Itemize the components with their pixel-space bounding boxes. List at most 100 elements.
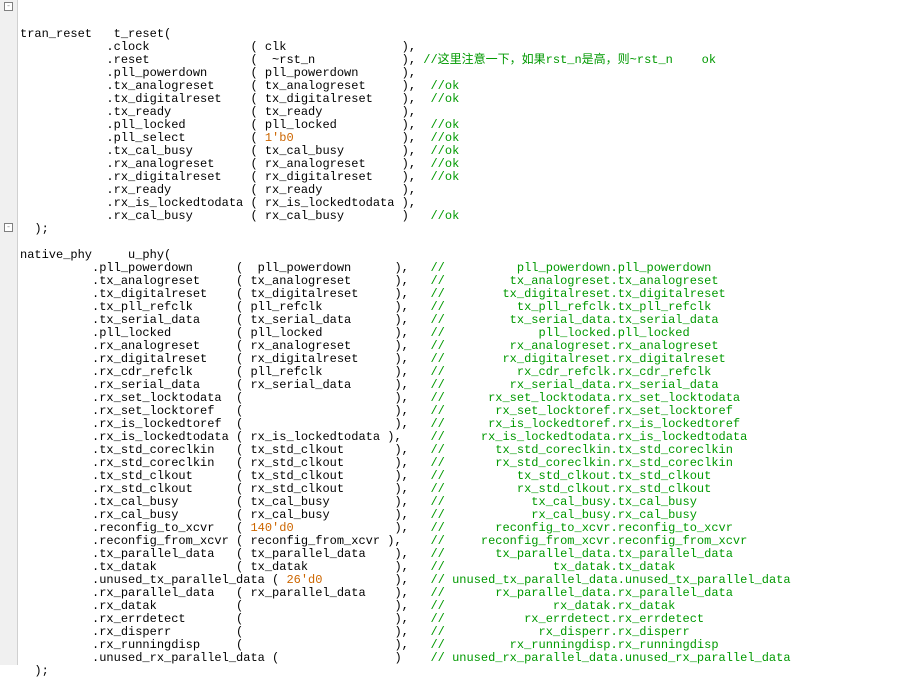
- comment-text: // reconfig_to_xcvr.reconfig_to_xcvr: [430, 521, 732, 535]
- comment-text: // rx_serial_data.rx_serial_data: [430, 378, 718, 392]
- code-text: .pll_locked ( pll_locked ),: [20, 118, 430, 132]
- code-text: .rx_analogreset ( rx_analogreset ),: [20, 339, 430, 353]
- code-text: .tx_parallel_data ( tx_parallel_data ),: [20, 547, 430, 561]
- comment-text: // rx_errdetect.rx_errdetect: [430, 612, 704, 626]
- code-text: ),: [322, 573, 430, 587]
- code-text: .unused_rx_parallel_data ( ): [20, 651, 430, 665]
- code-text: .tx_analogreset ( tx_analogreset ),: [20, 274, 430, 288]
- comment-text: // tx_std_coreclkin.tx_std_coreclkin: [430, 443, 732, 457]
- comment-text: //ok: [430, 131, 459, 145]
- code-text: .rx_digitalreset ( rx_digitalreset ),: [20, 170, 430, 184]
- comment-text: //ok: [430, 157, 459, 171]
- code-text: .tx_std_clkout ( tx_std_clkout ),: [20, 469, 430, 483]
- code-text: .rx_disperr ( ),: [20, 625, 430, 639]
- code-text: .rx_parallel_data ( rx_parallel_data ),: [20, 586, 430, 600]
- numeric-literal: 140'd0: [250, 521, 293, 535]
- comment-text: // rx_cal_busy.rx_cal_busy: [430, 508, 696, 522]
- comment-text: // tx_parallel_data.tx_parallel_data: [430, 547, 732, 561]
- code-text: ),: [294, 521, 431, 535]
- numeric-literal: 26'd0: [286, 573, 322, 587]
- code-text: .rx_digitalreset ( rx_digitalreset ),: [20, 352, 430, 366]
- code-text: .pll_select (: [20, 131, 265, 145]
- comment-text: // rx_analogreset.rx_analogreset: [430, 339, 718, 353]
- code-text: .reconfig_to_xcvr (: [20, 521, 250, 535]
- comment-text: // tx_serial_data.tx_serial_data: [430, 313, 718, 327]
- code-text: .rx_datak ( ),: [20, 599, 430, 613]
- comment-text: //ok: [430, 144, 459, 158]
- fold-toggle[interactable]: -: [4, 2, 13, 11]
- code-text: .tx_serial_data ( tx_serial_data ),: [20, 313, 430, 327]
- comment-text: // tx_pll_refclk.tx_pll_refclk: [430, 300, 711, 314]
- code-text: .pll_locked ( pll_locked ),: [20, 326, 430, 340]
- code-text: .tx_cal_busy ( tx_cal_busy ),: [20, 144, 430, 158]
- comment-text: // rx_is_lockedtoref.rx_is_lockedtoref: [430, 417, 740, 431]
- code-text: .tx_digitalreset ( tx_digitalreset ),: [20, 287, 430, 301]
- comment-text: // tx_analogreset.tx_analogreset: [430, 274, 718, 288]
- code-text: tran_reset t_reset(: [20, 27, 171, 41]
- comment-text: // rx_set_locktoref.rx_set_locktoref: [430, 404, 732, 418]
- comment-text: // unused_rx_parallel_data.unused_rx_par…: [430, 651, 790, 665]
- code-text: .rx_cdr_refclk ( pll_refclk ),: [20, 365, 430, 379]
- code-text: .rx_runningdisp ( ),: [20, 638, 430, 652]
- code-text: );: [20, 222, 49, 236]
- comment-text: //ok: [430, 170, 459, 184]
- code-text: .tx_digitalreset ( tx_digitalreset ),: [20, 92, 430, 106]
- code-text: .tx_datak ( tx_datak ),: [20, 560, 430, 574]
- code-text: .unused_tx_parallel_data (: [20, 573, 286, 587]
- code-line: );: [20, 223, 791, 236]
- code-text: .rx_std_coreclkin ( rx_std_clkout ),: [20, 456, 430, 470]
- numeric-literal: 1'b0: [265, 131, 294, 145]
- code-line: .rx_cal_busy ( rx_cal_busy ) //ok: [20, 210, 791, 223]
- comment-text: // unused_tx_parallel_data.unused_tx_par…: [431, 573, 791, 587]
- code-text: .reset ( ~rst_n ),: [20, 53, 423, 67]
- comment-text: // rx_std_clkout.rx_std_clkout: [430, 482, 711, 496]
- code-text: .reconfig_from_xcvr ( reconfig_from_xcvr…: [20, 534, 430, 548]
- comment-text: // pll_locked.pll_locked: [430, 326, 689, 340]
- code-text: .tx_std_coreclkin ( tx_std_clkout ),: [20, 443, 430, 457]
- comment-text: // rx_set_locktodata.rx_set_locktodata: [430, 391, 740, 405]
- comment-text: // rx_runningdisp.rx_runningdisp: [430, 638, 718, 652]
- code-text: .clock ( clk ),: [20, 40, 416, 54]
- comment-text: // rx_digitalreset.rx_digitalreset: [430, 352, 725, 366]
- code-text: .rx_std_clkout ( rx_std_clkout ),: [20, 482, 430, 496]
- code-text: .rx_serial_data ( rx_serial_data ),: [20, 378, 430, 392]
- comment-text: // rx_is_lockedtodata.rx_is_lockedtodata: [430, 430, 747, 444]
- code-text: .rx_cal_busy ( rx_cal_busy ): [20, 209, 430, 223]
- fold-toggle[interactable]: -: [4, 223, 13, 232]
- code-text: );: [20, 664, 49, 678]
- code-text: .rx_errdetect ( ),: [20, 612, 430, 626]
- code-text: .rx_set_locktoref ( ),: [20, 404, 430, 418]
- comment-text: // tx_std_clkout.tx_std_clkout: [430, 469, 711, 483]
- code-text: .tx_pll_refclk ( pll_refclk ),: [20, 300, 430, 314]
- comment-text: // reconfig_from_xcvr.reconfig_from_xcvr: [430, 534, 747, 548]
- editor-gutter: --: [0, 0, 18, 665]
- code-text: ),: [294, 131, 431, 145]
- code-text: .tx_cal_busy ( tx_cal_busy ),: [20, 495, 430, 509]
- comment-text: // rx_parallel_data.rx_parallel_data: [430, 586, 732, 600]
- code-area: tran_reset t_reset( .clock ( clk ), .res…: [20, 2, 791, 678]
- code-text: .rx_ready ( rx_ready ),: [20, 183, 416, 197]
- code-text: .pll_powerdown ( pll_powerdown ),: [20, 66, 416, 80]
- comment-text: // tx_digitalreset.tx_digitalreset: [430, 287, 725, 301]
- code-text: .tx_ready ( tx_ready ),: [20, 105, 416, 119]
- comment-text: //ok: [430, 92, 459, 106]
- code-text: native_phy u_phy(: [20, 248, 171, 262]
- code-text: .pll_powerdown ( pll_powerdown ),: [20, 261, 430, 275]
- code-text: .rx_set_locktodata ( ),: [20, 391, 430, 405]
- code-text: .rx_is_lockedtodata ( rx_is_lockedtodata…: [20, 430, 430, 444]
- code-line: );: [20, 665, 791, 678]
- comment-text: // tx_datak.tx_datak: [430, 560, 675, 574]
- code-text: .rx_analogreset ( rx_analogreset ),: [20, 157, 430, 171]
- code-text: .rx_is_lockedtoref ( ),: [20, 417, 430, 431]
- comment-text: // rx_datak.rx_datak: [430, 599, 675, 613]
- comment-text: // rx_std_coreclkin.rx_std_coreclkin: [430, 456, 732, 470]
- code-text: .tx_analogreset ( tx_analogreset ),: [20, 79, 430, 93]
- comment-text: // tx_cal_busy.tx_cal_busy: [430, 495, 696, 509]
- comment-text: //ok: [430, 118, 459, 132]
- comment-text: // pll_powerdown.pll_powerdown: [430, 261, 711, 275]
- comment-text: //ok: [430, 79, 459, 93]
- comment-text: // rx_disperr.rx_disperr: [430, 625, 689, 639]
- comment-text: //这里注意一下，如果rst_n是高，则~rst_n ok: [423, 53, 716, 67]
- comment-text: // rx_cdr_refclk.rx_cdr_refclk: [430, 365, 711, 379]
- code-line: .unused_rx_parallel_data ( ) // unused_r…: [20, 652, 791, 665]
